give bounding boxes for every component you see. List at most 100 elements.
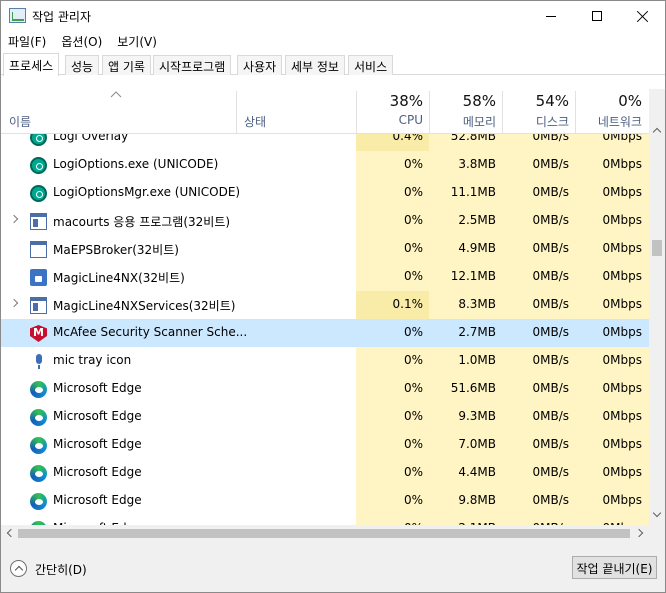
horizontal-scroll-thumb[interactable]: [18, 529, 630, 538]
memory-value: 51.6MB: [450, 381, 496, 395]
process-name: LogiOptions.exe (UNICODE): [53, 157, 219, 171]
cpu-value: 0%: [403, 437, 423, 451]
process-row[interactable]: Microsoft Edge0%2.1MB0MB/s0Mbps: [1, 515, 649, 525]
scroll-right-button[interactable]: [633, 525, 649, 542]
column-cpu[interactable]: CPU: [357, 113, 423, 127]
tab-users[interactable]: 사용자: [237, 55, 283, 75]
column-header: 이름 상태 38% CPU 58% 메모리 54% 디스크 0% 네트워크: [1, 89, 649, 134]
footer-bar: 간단히(D) 작업 끝내기(E): [1, 542, 665, 592]
memory-total-percent[interactable]: 58%: [430, 92, 496, 110]
expand-chevron-icon[interactable]: [9, 298, 19, 308]
collapse-up-icon[interactable]: [10, 560, 27, 577]
process-row[interactable]: MagicLine4NXServices(32비트) 0.1% 8.3MB 0MB/s…: [1, 291, 649, 319]
process-row[interactable]: mic tray icon 0% 1.0MB 0MB/s 0Mbps: [1, 347, 649, 375]
close-icon: [637, 10, 649, 22]
logi-icon: [30, 157, 47, 174]
cpu-value: 0%: [403, 353, 423, 367]
cpu-value: 0%: [403, 241, 423, 255]
disk-total-percent[interactable]: 54%: [503, 92, 569, 110]
arrow-right-icon: [634, 528, 644, 538]
menu-options[interactable]: 옵션(O): [54, 31, 110, 51]
window-title: 작업 관리자: [32, 10, 92, 24]
task-manager-window: 작업 관리자 파일(F) 옵션(O) 보기(V) 프로세스 성능 앱 기록 시작…: [0, 0, 666, 593]
scroll-up-button[interactable]: [649, 122, 665, 138]
process-name: Microsoft Edge: [53, 493, 142, 507]
memory-value: 1.0MB: [458, 353, 496, 367]
column-network[interactable]: 네트워크: [576, 113, 642, 130]
disk-value: 0MB/s: [532, 409, 569, 423]
scroll-down-button[interactable]: [649, 507, 665, 523]
minimize-button[interactable]: [528, 1, 574, 31]
disk-value: 0MB/s: [532, 465, 569, 479]
column-disk[interactable]: 디스크: [503, 113, 569, 130]
network-value: 0Mbps: [602, 185, 642, 199]
cpu-value: 0%: [403, 409, 423, 423]
tab-startup[interactable]: 시작프로그램: [153, 55, 232, 75]
process-row[interactable]: Microsoft Edge 0% 7.0MB 0MB/s 0Mbps: [1, 431, 649, 459]
column-status[interactable]: 상태: [244, 113, 266, 130]
memory-value: 2.5MB: [458, 213, 496, 227]
close-button[interactable]: [620, 1, 665, 31]
disk-value: 0MB/s: [532, 493, 569, 507]
network-value: 0Mbps: [602, 381, 642, 395]
mcafee-icon: [30, 325, 47, 342]
menu-view[interactable]: 보기(V): [110, 31, 165, 51]
sort-ascending-icon: [110, 91, 122, 98]
network-value: 0Mbps: [602, 157, 642, 171]
menu-bar: 파일(F) 옵션(O) 보기(V): [1, 31, 165, 51]
disk-value: 0MB/s: [532, 157, 569, 171]
memory-value: 4.9MB: [458, 241, 496, 255]
logi-icon: [30, 185, 47, 202]
column-divider[interactable]: [236, 91, 237, 133]
process-row[interactable]: Microsoft Edge 0% 9.3MB 0MB/s 0Mbps: [1, 403, 649, 431]
process-row[interactable]: LogiOptions.exe (UNICODE) 0% 3.8MB 0MB/s 0Mb…: [1, 151, 649, 179]
cpu-value: 0%: [403, 465, 423, 479]
maximize-icon: [592, 11, 602, 21]
tab-performance[interactable]: 성능: [65, 55, 100, 75]
process-name: mic tray icon: [53, 353, 132, 367]
horizontal-scrollbar[interactable]: [1, 525, 649, 542]
network-value: 0Mbps: [602, 353, 642, 367]
title-bar[interactable]: 작업 관리자: [1, 1, 665, 31]
memory-value: 12.1MB: [450, 269, 496, 283]
edge-icon: [30, 381, 47, 398]
process-row[interactable]: macourts 응용 프로그램(32비트) 0% 2.5MB 0MB/s 0Mbps: [1, 207, 649, 235]
scroll-left-button[interactable]: [1, 525, 17, 542]
process-row[interactable]: LogiOptionsMgr.exe (UNICODE) 0% 11.1MB 0MB/…: [1, 179, 649, 207]
memory-value: 9.8MB: [458, 493, 496, 507]
process-row[interactable]: MagicLine4NX(32비트) 0% 12.1MB 0MB/s 0Mbps: [1, 263, 649, 291]
expand-chevron-icon[interactable]: [9, 214, 19, 224]
process-row[interactable]: Microsoft Edge 0% 51.6MB 0MB/s 0Mbps: [1, 375, 649, 403]
tab-details[interactable]: 세부 정보: [285, 55, 345, 75]
vertical-scrollbar[interactable]: [649, 89, 665, 525]
process-name: Microsoft Edge: [53, 465, 142, 479]
memory-value: 8.3MB: [458, 297, 496, 311]
process-row[interactable]: Logi Overlay 0.4% 52.8MB 0MB/s 0Mbps: [1, 134, 649, 151]
memory-value: 11.1MB: [450, 185, 496, 199]
arrow-left-icon: [6, 528, 16, 538]
maximize-button[interactable]: [574, 1, 620, 31]
process-row[interactable]: Microsoft Edge 0% 4.4MB 0MB/s 0Mbps: [1, 459, 649, 487]
process-list: Logi Overlay 0.4% 52.8MB 0MB/s 0Mbps LogiOpti…: [1, 134, 649, 525]
scroll-thumb[interactable]: [652, 240, 662, 256]
disk-value: 0MB/s: [532, 241, 569, 255]
edge-icon: [30, 493, 47, 510]
fewer-details-link[interactable]: 간단히(D): [35, 561, 87, 578]
network-total-percent[interactable]: 0%: [576, 92, 642, 110]
tab-processes[interactable]: 프로세스: [3, 53, 60, 76]
process-row[interactable]: McAfee Security Scanner Sche... 0% 2.7MB 0M…: [1, 319, 649, 347]
process-name: MagicLine4NXServices(32비트): [53, 299, 236, 313]
tab-app-history[interactable]: 앱 기록: [102, 55, 151, 75]
process-row[interactable]: Microsoft Edge 0% 9.8MB 0MB/s 0Mbps: [1, 487, 649, 515]
column-memory[interactable]: 메모리: [430, 113, 496, 130]
process-name: Logi Overlay: [53, 134, 129, 143]
cpu-total-percent[interactable]: 38%: [357, 92, 423, 110]
network-value: 0Mbps: [602, 437, 642, 451]
process-row[interactable]: MaEPSBroker(32비트) 0% 4.9MB 0MB/s 0Mbps: [1, 235, 649, 263]
tab-services[interactable]: 서비스: [348, 55, 394, 75]
column-name[interactable]: 이름: [9, 113, 31, 130]
disk-value: 0MB/s: [532, 381, 569, 395]
end-task-button[interactable]: 작업 끝내기(E): [572, 556, 657, 579]
menu-file[interactable]: 파일(F): [1, 31, 54, 51]
memory-value: 7.0MB: [458, 437, 496, 451]
